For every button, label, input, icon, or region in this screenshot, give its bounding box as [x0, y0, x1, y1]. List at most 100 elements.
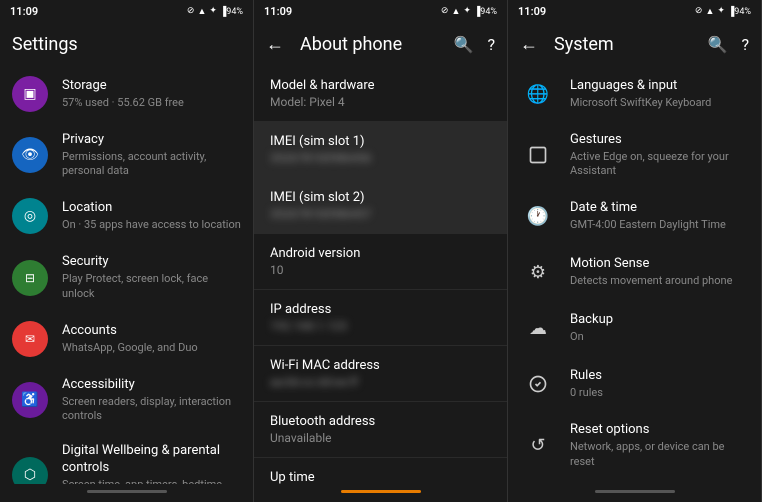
system-item-motion[interactable]: ⚙ Motion Sense Detects movement around p… — [508, 244, 761, 300]
back-button-3[interactable]: ← — [520, 34, 538, 55]
model-value: Model: Pixel 4 — [270, 95, 491, 109]
help-icon-2[interactable]: ? — [487, 35, 495, 54]
about-phone-panel: 11:09 ⊘ ▲ ✦ ▐94% ← About phone 🔍 ? Model… — [254, 0, 508, 502]
settings-item-wellbeing[interactable]: ⬡ Digital Wellbeing & parental controls … — [0, 433, 253, 484]
info-model[interactable]: Model & hardware Model: Pixel 4 — [254, 66, 507, 122]
security-icon: ⊟ — [12, 260, 48, 296]
back-button-2[interactable]: ← — [266, 34, 284, 55]
bt-value: Unavailable — [270, 431, 491, 445]
search-icon-2[interactable]: 🔍 — [454, 35, 474, 54]
mute-icon: ⊘ — [187, 6, 195, 16]
wifi-title: Wi-Fi MAC address — [270, 358, 491, 373]
android-value: 10 — [270, 263, 491, 277]
rules-text: Rules 0 rules — [570, 368, 749, 400]
datetime-icon: 🕐 — [520, 198, 556, 234]
main-settings-list: ▣ Storage 57% used · 55.62 GB free 👁 Pri… — [0, 66, 253, 484]
wellbeing-icon: ⬡ — [12, 457, 48, 484]
motion-title: Motion Sense — [570, 256, 749, 273]
settings-item-storage[interactable]: ▣ Storage 57% used · 55.62 GB free — [0, 66, 253, 122]
system-item-gestures[interactable]: Gestures Active Edge on, squeeze for you… — [508, 122, 761, 188]
languages-icon: 🌐 — [520, 76, 556, 112]
status-bar-2: 11:09 ⊘ ▲ ✦ ▐94% — [254, 0, 507, 22]
info-imei2[interactable]: IMEI (sim slot 2) 352678100986457 — [254, 178, 507, 234]
info-ip[interactable]: IP address 192.168.1.123 — [254, 290, 507, 346]
android-title: Android version — [270, 246, 491, 261]
system-header-icons: 🔍 ? — [708, 35, 749, 54]
accessibility-icon: ♿ — [12, 382, 48, 418]
privacy-text: Privacy Permissions, account activity, p… — [62, 132, 241, 178]
status-icons-3: ⊘ ▲ ✦ ▐94% — [695, 6, 751, 17]
backup-subtitle: On — [570, 330, 749, 344]
backup-icon: ☁ — [520, 310, 556, 346]
settings-item-privacy[interactable]: 👁 Privacy Permissions, account activity,… — [0, 122, 253, 188]
accessibility-subtitle: Screen readers, display, interaction con… — [62, 395, 241, 424]
gestures-text: Gestures Active Edge on, squeeze for you… — [570, 132, 749, 178]
nav-bar-1 — [0, 484, 253, 502]
location-text: Location On · 35 apps have access to loc… — [62, 200, 241, 232]
accounts-subtitle: WhatsApp, Google, and Duo — [62, 341, 241, 355]
settings-item-location[interactable]: ◎ Location On · 35 apps have access to l… — [0, 188, 253, 244]
mute-icon-3: ⊘ — [695, 6, 703, 16]
imei1-title: IMEI (sim slot 1) — [270, 134, 491, 149]
nav-indicator-2 — [341, 490, 421, 493]
storage-title: Storage — [62, 78, 241, 95]
battery-icon-2: ▐94% — [474, 6, 497, 17]
system-header: ← System 🔍 ? — [508, 22, 761, 66]
imei2-value: 352678100986457 — [270, 207, 491, 221]
wellbeing-title: Digital Wellbeing & parental controls — [62, 443, 241, 477]
datetime-text: Date & time GMT-4:00 Eastern Daylight Ti… — [570, 200, 749, 232]
system-panel: 11:09 ⊘ ▲ ✦ ▐94% ← System 🔍 ? 🌐 Language… — [508, 0, 762, 502]
reset-icon: ↺ — [520, 428, 556, 464]
help-icon-3[interactable]: ? — [741, 35, 749, 54]
about-phone-list: Model & hardware Model: Pixel 4 IMEI (si… — [254, 66, 507, 484]
accessibility-title: Accessibility — [62, 377, 241, 394]
info-wifi[interactable]: Wi-Fi MAC address aa:bb:cc:dd:ee:ff — [254, 346, 507, 402]
uptime-title: Up time — [270, 470, 491, 484]
bt-title: Bluetooth address — [270, 414, 491, 429]
system-list: 🌐 Languages & input Microsoft SwiftKey K… — [508, 66, 761, 484]
system-item-reset[interactable]: ↺ Reset options Network, apps, or device… — [508, 412, 761, 478]
search-icon-3[interactable]: 🔍 — [708, 35, 728, 54]
status-time-2: 11:09 — [264, 5, 292, 18]
settings-item-security[interactable]: ⊟ Security Play Protect, screen lock, fa… — [0, 244, 253, 310]
reset-subtitle: Network, apps, or device can be reset — [570, 440, 749, 469]
status-icons-2: ⊘ ▲ ✦ ▐94% — [441, 6, 497, 17]
accounts-title: Accounts — [62, 323, 241, 340]
rules-subtitle: 0 rules — [570, 386, 749, 400]
accessibility-text: Accessibility Screen readers, display, i… — [62, 377, 241, 423]
wifi-icon-3: ✦ — [717, 6, 725, 16]
storage-text: Storage 57% used · 55.62 GB free — [62, 78, 241, 110]
system-item-languages[interactable]: 🌐 Languages & input Microsoft SwiftKey K… — [508, 66, 761, 122]
rules-icon — [520, 366, 556, 402]
status-bar-1: 11:09 ⊘ ▲ ✦ ▐94% — [0, 0, 253, 22]
system-item-rules[interactable]: Rules 0 rules — [508, 356, 761, 412]
status-time-1: 11:09 — [10, 5, 38, 18]
main-settings-panel: 11:09 ⊘ ▲ ✦ ▐94% Settings ▣ Storage 57% … — [0, 0, 254, 502]
about-phone-title: About phone — [300, 34, 454, 55]
system-item-backup[interactable]: ☁ Backup On — [508, 300, 761, 356]
privacy-title: Privacy — [62, 132, 241, 149]
about-phone-header-icons: 🔍 ? — [454, 35, 495, 54]
info-imei1[interactable]: IMEI (sim slot 1) 352678100986456 — [254, 122, 507, 178]
info-bt[interactable]: Bluetooth address Unavailable — [254, 402, 507, 458]
model-title: Model & hardware — [270, 78, 491, 93]
nav-bar-3 — [508, 484, 761, 502]
settings-item-accounts[interactable]: ✉ Accounts WhatsApp, Google, and Duo — [0, 311, 253, 367]
nav-indicator-3 — [595, 490, 675, 493]
system-item-datetime[interactable]: 🕐 Date & time GMT-4:00 Eastern Daylight … — [508, 188, 761, 244]
location-subtitle: On · 35 apps have access to location — [62, 218, 241, 232]
info-uptime[interactable]: Up time 15:48:36 — [254, 458, 507, 484]
status-bar-3: 11:09 ⊘ ▲ ✦ ▐94% — [508, 0, 761, 22]
privacy-subtitle: Permissions, account activity, personal … — [62, 150, 241, 179]
motion-icon: ⚙ — [520, 254, 556, 290]
motion-text: Motion Sense Detects movement around pho… — [570, 256, 749, 288]
datetime-subtitle: GMT-4:00 Eastern Daylight Time — [570, 218, 749, 232]
settings-item-accessibility[interactable]: ♿ Accessibility Screen readers, display,… — [0, 367, 253, 433]
reset-title: Reset options — [570, 422, 749, 439]
rules-title: Rules — [570, 368, 749, 385]
mute-icon-2: ⊘ — [441, 6, 449, 16]
ip-value: 192.168.1.123 — [270, 319, 491, 333]
signal-icon-2: ▲ — [451, 6, 460, 17]
gestures-title: Gestures — [570, 132, 749, 149]
info-android[interactable]: Android version 10 — [254, 234, 507, 290]
